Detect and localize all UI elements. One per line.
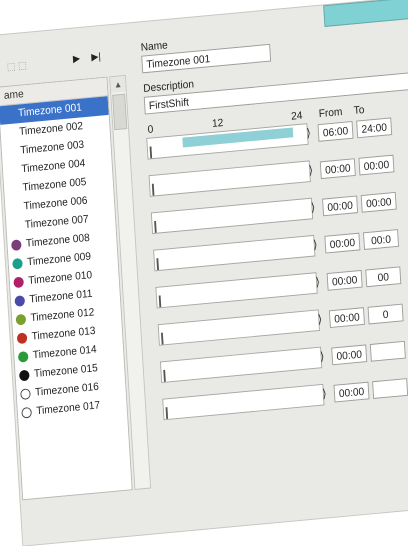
time-range-bar[interactable]: ⟩	[155, 272, 321, 309]
list-item-label: Timezone 004	[21, 157, 86, 176]
range-handle[interactable]	[156, 258, 159, 271]
to-time-input[interactable]: 24:00	[356, 117, 393, 139]
list-item-label: Timezone 005	[22, 176, 87, 194]
range-handle[interactable]	[154, 220, 157, 233]
from-time-input[interactable]: 06:00	[317, 120, 354, 142]
color-swatch-icon	[16, 332, 28, 345]
color-swatch-icon	[14, 295, 26, 307]
time-range-bar[interactable]: ⟩	[150, 197, 316, 235]
from-time-input[interactable]: 00:00	[324, 232, 361, 254]
range-handle[interactable]	[165, 407, 169, 420]
list-item-label: Timezone 016	[34, 380, 100, 399]
color-button[interactable]	[323, 0, 408, 27]
range-fill	[182, 127, 294, 148]
list-item-label: Timezone 017	[35, 399, 101, 418]
color-swatch-icon	[13, 276, 25, 289]
range-handle[interactable]	[160, 332, 164, 345]
list-item-label: Timezone 011	[29, 287, 93, 306]
scale-mid-label: 12	[211, 117, 224, 130]
disabled-toolbar-icon: ⬚ ⬚	[6, 60, 28, 74]
range-arrow-icon: ⟩	[308, 163, 314, 178]
range-arrow-icon: ⟩	[310, 200, 316, 215]
list-item-label: Timezone 003	[19, 138, 85, 157]
scale-end-label: 24	[290, 109, 303, 123]
range-handle[interactable]	[149, 146, 153, 159]
list-item-label: Timezone 013	[31, 325, 96, 343]
to-time-input[interactable]: 0	[367, 303, 404, 325]
range-arrow-icon: ⟩	[315, 274, 321, 289]
from-time-input[interactable]: 00:00	[328, 307, 365, 329]
color-swatch-icon	[17, 351, 29, 363]
list-item-label: Timezone 009	[26, 250, 92, 269]
from-time-input[interactable]: 00:00	[331, 344, 368, 366]
range-arrow-icon: ⟩	[321, 386, 328, 401]
time-range-bar[interactable]: ⟩	[157, 309, 323, 346]
scroll-up-icon[interactable]: ▲	[110, 75, 126, 93]
to-time-input[interactable]: 00:00	[360, 191, 397, 213]
to-time-input[interactable]	[369, 340, 406, 362]
to-label: To	[353, 104, 365, 117]
scroll-thumb[interactable]	[112, 93, 128, 131]
list-item-label: Timezone 015	[33, 362, 99, 380]
time-range-bar[interactable]: ⟩	[159, 346, 325, 384]
clock-icon	[21, 406, 33, 419]
range-handle[interactable]	[158, 295, 162, 308]
color-swatch-icon	[15, 313, 27, 326]
color-swatch-icon	[10, 239, 22, 252]
time-range-bar[interactable]: ⟩	[148, 160, 314, 197]
time-range-bar[interactable]: ⟩	[146, 123, 312, 160]
description-field[interactable]: FirstShift	[143, 68, 408, 115]
to-time-input[interactable]: 00:00	[358, 154, 395, 176]
from-time-input[interactable]: 00:00	[319, 158, 356, 180]
list-item-label: Timezone 008	[25, 231, 91, 250]
play-icon[interactable]: ▶	[73, 54, 81, 65]
to-time-input[interactable]	[372, 378, 408, 399]
range-handle[interactable]	[151, 183, 155, 196]
range-arrow-icon: ⟩	[317, 312, 323, 327]
list-item-label: Timezone 006	[23, 194, 88, 213]
range-arrow-icon: ⟩	[305, 125, 312, 140]
name-label: Name	[140, 39, 169, 54]
list-item-label: Timezone 014	[32, 343, 97, 362]
from-time-input[interactable]: 00:00	[333, 381, 370, 403]
clock-icon	[20, 388, 31, 400]
list-item-label: Timezone 002	[18, 120, 84, 138]
list-item-label: Timezone 010	[27, 269, 93, 287]
list-item-label: Timezone 007	[24, 213, 89, 232]
list-item-label: Timezone 012	[30, 306, 95, 325]
from-label: From	[318, 106, 343, 121]
from-time-input[interactable]: 00:00	[322, 195, 359, 217]
from-time-input[interactable]: 00:00	[326, 269, 363, 291]
time-range-bar[interactable]: ⟩	[153, 234, 318, 272]
scale-start-label: 0	[147, 123, 154, 136]
list-item-label: Timezone 001	[17, 101, 83, 120]
skip-next-icon[interactable]: ▶|	[91, 52, 101, 64]
timezone-editor-window: ⬚ ⬚ ▶ ▶| ame Timezone 001 Timezone 002 Tim…	[0, 0, 408, 546]
time-range-bar[interactable]: ⟩	[162, 383, 328, 421]
to-time-input[interactable]: 00	[365, 266, 402, 288]
range-arrow-icon: ⟩	[312, 237, 318, 252]
to-time-input[interactable]: 00:0	[363, 229, 400, 250]
range-handle[interactable]	[163, 369, 166, 382]
color-swatch-icon	[18, 369, 30, 382]
range-arrow-icon: ⟩	[319, 349, 325, 364]
color-swatch-icon	[12, 257, 23, 270]
